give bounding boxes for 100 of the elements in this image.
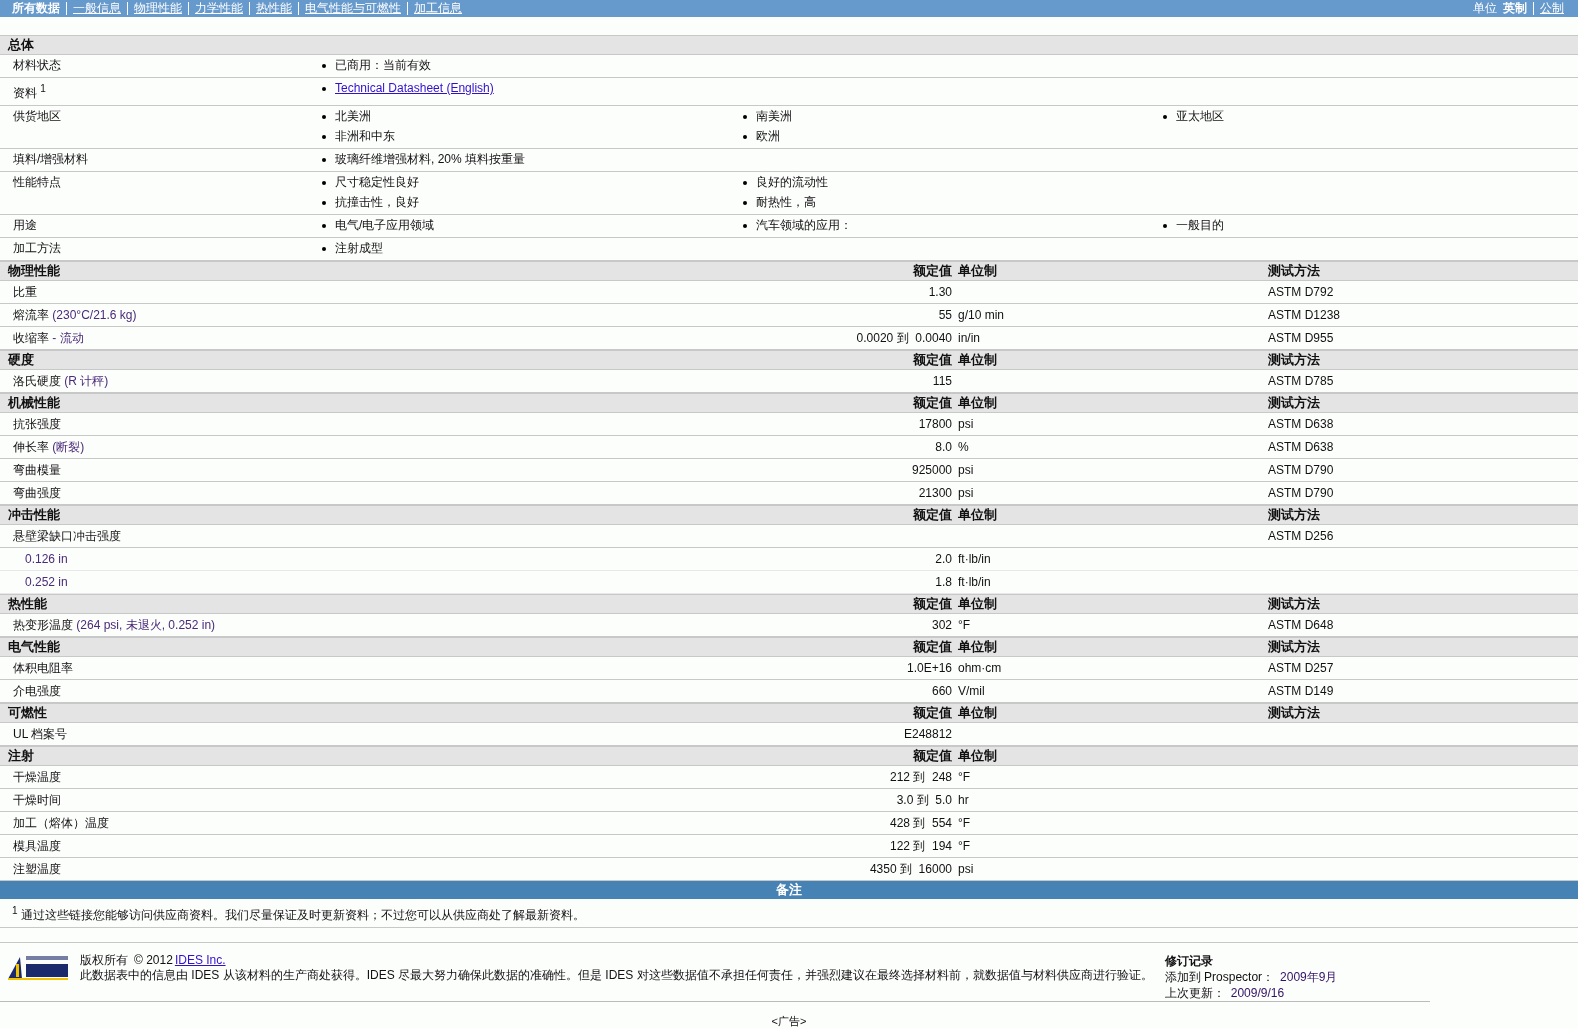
property-unit: g/10 min [957,308,1006,322]
property-value: E248812 [902,727,952,741]
test-method: ASTM D785 [1268,374,1335,388]
property-label: 0.252 in [25,575,68,589]
test-method: ASTM D790 [1268,463,1335,477]
nav-tab[interactable]: 电气性能与可燃性 [298,2,407,15]
bullet-icon [743,114,747,119]
copyright-text: 版权所有 [80,953,128,968]
added-label: 添加到 Prospector： [1164,969,1275,985]
property-value: 660 [930,684,952,698]
test-method: ASTM D648 [1268,618,1335,632]
test-method: ASTM D790 [1268,486,1335,500]
property-value: 428 到 554 [888,814,952,832]
bullet-icon [322,157,326,162]
bullet-icon [322,134,326,139]
notes-header: 备注 [0,881,1578,899]
property-value: 一般目的 [1176,218,1224,233]
property-value: 1.8 [934,575,952,589]
column-header: 额定值 [912,506,952,524]
column-header: 测试方法 [1268,595,1321,613]
property-label: 性能特点 [12,175,62,191]
test-method: ASTM D256 [1268,529,1335,543]
updated-label: 上次更新： [1164,985,1225,1001]
datasheet-link[interactable]: Technical Datasheet (English) [335,81,494,96]
bullet-icon [322,114,326,119]
property-label: 介电强度 [13,683,61,698]
test-method: ASTM D792 [1268,285,1335,299]
nav-tab[interactable]: 加工信息 [407,2,468,15]
property-label: 供货地区 [12,109,62,125]
nav-tab[interactable]: 物理性能 [127,2,188,15]
property-value: 耐热性，高 [756,195,816,210]
property-value: 21300 [917,486,952,500]
property-value: 欧洲 [756,129,780,144]
property-condition: - 流动 [52,330,84,345]
property-label: 洛氏硬度 [13,373,61,388]
property-value: 玻璃纤维增强材料, 20% 填料按重量 [335,152,526,167]
property-unit: % [957,440,970,454]
test-method: ASTM D1238 [1268,308,1342,322]
column-header: 额定值 [912,704,952,722]
property-value: 南美洲 [756,109,792,124]
column-header: 测试方法 [1268,704,1321,722]
property-condition: (断裂) [52,439,85,454]
property-unit: psi [957,862,975,876]
bullet-icon [322,180,326,185]
section-title: 注射 [7,747,35,765]
company-link[interactable]: IDES Inc. [174,953,226,968]
property-value: 抗撞击性，良好 [335,195,419,210]
section-title: 总体 [6,36,35,54]
ides-logo-icon [6,953,70,981]
bullet-icon [322,200,326,205]
test-method: ASTM D638 [1268,440,1335,454]
unit-option[interactable]: 公制 [1533,2,1570,15]
ad-label: <广告> [771,1015,807,1027]
column-header: 单位制 [957,351,998,369]
property-label: 比重 [13,284,37,299]
property-unit: °F [957,770,972,784]
section-title: 可燃性 [7,704,48,722]
column-header: 单位制 [957,262,998,280]
property-value: 汽车领域的应用： [756,218,852,233]
bullet-icon [743,134,747,139]
column-header: 单位制 [957,747,998,765]
property-value: 122 到 194 [888,837,952,855]
property-condition: (R 计秤) [64,373,109,388]
bullet-icon [743,223,747,228]
column-header: 额定值 [912,394,952,412]
bullet-icon [1163,114,1167,119]
property-value: 1.30 [927,285,952,299]
copyright-year: © 2012 [134,953,173,968]
nav-tab[interactable]: 力学性能 [188,2,249,15]
property-value: 925000 [910,463,952,477]
test-method: ASTM D257 [1268,661,1335,675]
property-label: 抗张强度 [13,416,61,431]
property-value: 注射成型 [335,241,383,256]
section-title: 物理性能 [7,262,61,280]
nav-tab[interactable]: 热性能 [249,2,298,15]
column-header: 单位制 [957,394,998,412]
unit-option[interactable]: 英制 [1503,2,1533,15]
column-header: 测试方法 [1268,351,1321,369]
property-unit: hr [957,793,970,807]
property-unit: ohm·cm [957,661,1003,675]
property-label: 弯曲强度 [13,485,61,500]
property-unit: psi [957,417,975,431]
property-value: 亚太地区 [1176,109,1224,124]
property-value: 3.0 到 5.0 [895,791,952,809]
property-value: 0.0020 到 0.0040 [855,329,952,347]
bullet-icon [322,223,326,228]
property-unit: ft·lb/in [957,552,992,566]
property-label: 熔流率 [13,307,49,322]
property-condition: (230°C/21.6 kg) [52,307,137,322]
column-header: 单位制 [957,638,998,656]
property-label: 干燥时间 [13,792,61,807]
column-header: 额定值 [912,638,952,656]
nav-tab[interactable]: 所有数据 [12,2,66,15]
nav-tab[interactable]: 一般信息 [66,2,127,15]
property-value: 1.0E+16 [905,661,952,675]
column-header: 测试方法 [1268,506,1321,524]
column-header: 单位制 [957,506,998,524]
test-method: ASTM D638 [1268,417,1335,431]
bullet-icon [743,180,747,185]
property-unit: °F [957,618,972,632]
